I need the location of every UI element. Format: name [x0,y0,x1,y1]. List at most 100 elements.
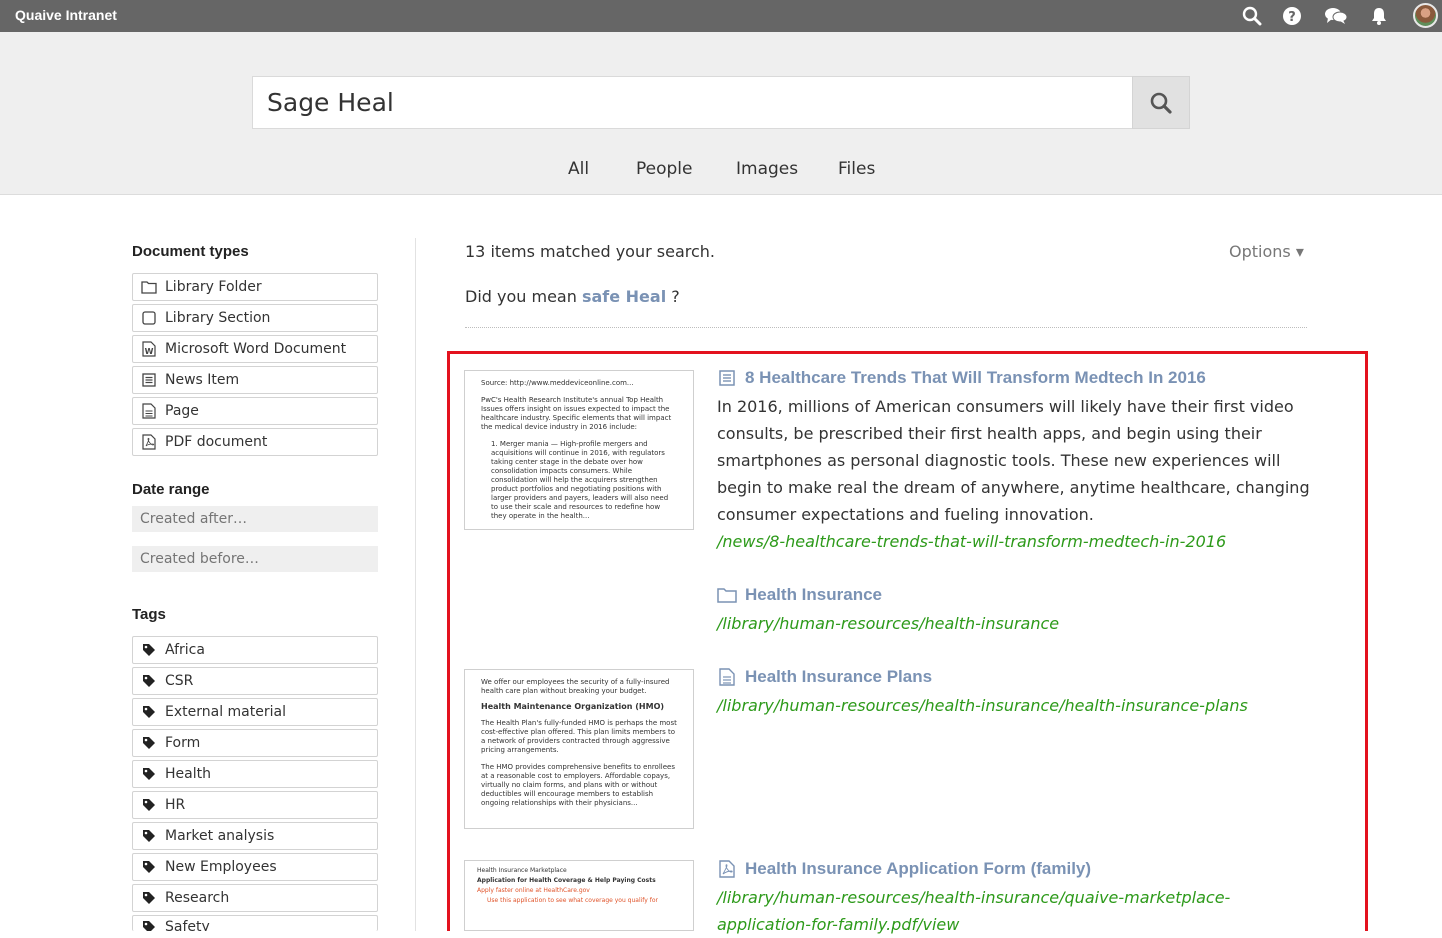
tag-icon [141,797,157,813]
result-url[interactable]: /library/human-resources/health-insuranc… [717,610,1307,637]
news-icon [141,372,157,388]
thumb-text: Source: http://www.meddeviceonline.com..… [481,379,634,387]
facet-page[interactable]: Page [132,397,378,425]
tag-market-analysis[interactable]: Market analysis [132,822,378,850]
tag-label: External material [165,704,286,720]
result-title-link[interactable]: Health Insurance [717,585,882,605]
created-after-input[interactable] [132,506,378,532]
thumb-text: Use this application to see what coverag… [487,897,658,904]
search-button[interactable] [1132,76,1190,129]
tag-label: Research [165,890,230,906]
tag-africa[interactable]: Africa [132,636,378,664]
result-title-link[interactable]: Health Insurance Application Form (famil… [717,859,1091,879]
result-url[interactable]: /news/8-healthcare-trends-that-will-tran… [717,528,1307,555]
tab-images[interactable]: Images [736,159,798,179]
tag-icon [141,859,157,875]
folder-icon [717,585,737,605]
did-you-mean: Did you mean safe Heal ? [465,287,680,306]
facet-pdf-document[interactable]: PDF document [132,428,378,456]
chat-icon[interactable] [1324,4,1348,28]
result-url[interactable]: /library/human-resources/health-insuranc… [717,884,1307,938]
created-before-input[interactable] [132,546,378,572]
thumb-text: Apply faster online at HealthCare.gov [477,887,590,894]
page-icon [717,667,737,687]
tag-icon [141,735,157,751]
tag-csr[interactable]: CSR [132,667,378,695]
result-thumbnail[interactable]: Health Insurance Marketplace Application… [464,860,694,931]
facet-label: Library Folder [165,279,262,295]
thumb-text: Health Maintenance Organization (HMO) [481,702,665,711]
tag-icon [141,642,157,658]
result-thumbnail[interactable]: Source: http://www.meddeviceonline.com..… [464,370,694,530]
avatar[interactable] [1413,3,1438,28]
search-header: All People Images Files [0,32,1442,195]
result-title-link[interactable]: 8 Healthcare Trends That Will Transform … [717,368,1206,388]
tag-label: HR [165,797,186,813]
tag-icon [141,704,157,720]
tag-label: Africa [165,642,205,658]
page-icon [141,403,157,419]
tag-label: Safety [165,919,210,931]
did-you-mean-prefix: Did you mean [465,287,582,306]
facet-label: Microsoft Word Document [165,341,347,357]
did-you-mean-suffix: ? [666,287,680,306]
svg-text:?: ? [1288,10,1296,25]
search-icon[interactable] [1240,4,1264,28]
thumb-text: We offer our employees the security of a… [481,678,670,695]
thumb-text: The Health Plan's fully-funded HMO is pe… [481,719,677,754]
brand-title[interactable]: Quaive Intranet [15,7,117,23]
tag-icon [141,766,157,782]
facet-library-folder[interactable]: Library Folder [132,273,378,301]
result-title-link[interactable]: Health Insurance Plans [717,667,932,687]
search-box [252,76,1132,129]
tag-external-material[interactable]: External material [132,698,378,726]
facet-label: News Item [165,372,240,388]
search-input[interactable] [253,77,1132,128]
pdf-icon [717,859,737,879]
facet-news-item[interactable]: News Item [132,366,378,394]
did-you-mean-link[interactable]: safe Heal [582,287,666,306]
result-url[interactable]: /library/human-resources/health-insuranc… [717,692,1307,719]
tag-form[interactable]: Form [132,729,378,757]
tag-label: Form [165,735,201,751]
results-count: 13 items matched your search. [465,242,715,261]
results-divider [465,327,1307,328]
tag-hr[interactable]: HR [132,791,378,819]
tab-people[interactable]: People [636,159,692,179]
section-icon [141,310,157,326]
tab-all[interactable]: All [568,159,589,179]
date-range-heading: Date range [132,481,210,498]
tag-health[interactable]: Health [132,760,378,788]
doc-types-heading: Document types [132,243,249,260]
result-thumbnail[interactable]: We offer our employees the security of a… [464,669,694,829]
tag-label: Market analysis [165,828,275,844]
tag-new-employees[interactable]: New Employees [132,853,378,881]
options-dropdown[interactable]: Options ▾ [1229,242,1304,261]
facet-label: Page [165,403,199,419]
tab-files[interactable]: Files [838,159,875,179]
facet-word-document[interactable]: W Microsoft Word Document [132,335,378,363]
result-title: Health Insurance Application Form (famil… [745,859,1092,878]
result-description: In 2016, millions of American consumers … [717,397,1310,524]
tag-safety[interactable]: Safety [132,915,378,931]
pdf-icon [141,434,157,450]
facet-library-section[interactable]: Library Section [132,304,378,332]
folder-icon [141,279,157,295]
result-title: 8 Healthcare Trends That Will Transform … [745,368,1206,387]
facet-label: PDF document [165,434,268,450]
thumb-text: Application for Health Coverage & Help P… [477,877,656,884]
tag-icon [141,828,157,844]
tags-heading: Tags [132,606,166,623]
thumb-text: The HMO provides comprehensive benefits … [481,763,675,807]
thumb-text: Health Insurance Marketplace [477,867,567,874]
result-title: Health Insurance Plans [745,667,933,686]
thumb-text: PwC's Health Research Institute's annual… [481,396,672,431]
top-bar: Quaive Intranet ? [0,0,1442,32]
bell-icon[interactable] [1367,4,1391,28]
tag-research[interactable]: Research [132,884,378,912]
tag-label: Health [165,766,211,782]
search-icon [1150,92,1172,114]
result-title: Health Insurance [745,585,882,604]
help-icon[interactable]: ? [1280,4,1304,28]
tag-icon [141,890,157,906]
